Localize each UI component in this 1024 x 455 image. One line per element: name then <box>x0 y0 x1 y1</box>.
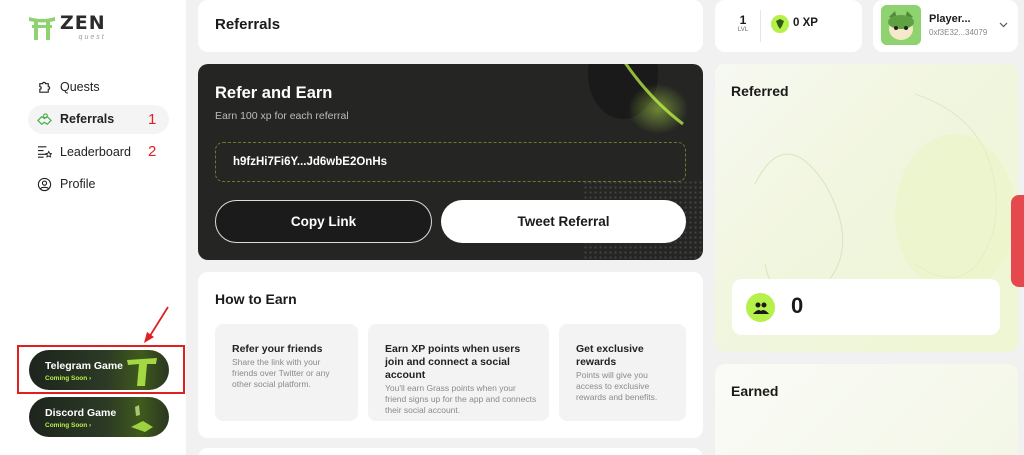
game-status: Coming Soon › <box>45 422 92 429</box>
sidebar-item-quests[interactable]: Quests <box>28 72 169 101</box>
user-icon <box>37 177 52 192</box>
puzzle-icon <box>37 79 52 94</box>
handshake-icon <box>37 112 52 127</box>
how-to-earn-title: How to Earn <box>215 291 297 307</box>
sidebar-item-label: Referrals <box>60 112 115 126</box>
refer-subtitle: Earn 100 xp for each referral <box>215 110 349 122</box>
level-label: LVL <box>737 27 749 33</box>
zen-quest-logo[interactable]: ZEN quest <box>28 14 106 41</box>
game-title: Discord Game <box>45 407 117 419</box>
annotation-number: 1 <box>148 110 157 128</box>
page-title: Referrals <box>215 16 281 33</box>
annotation-number: 2 <box>148 143 157 160</box>
earned-card: Earned <box>715 364 1018 455</box>
discord-game-card[interactable]: Discord Game Coming Soon › <box>29 397 169 437</box>
wallet-address: 0xf3E32...34079 <box>929 28 988 37</box>
highlight-box <box>17 345 185 394</box>
stats-card: 1 LVL 0 XP <box>715 0 862 52</box>
level-value: 1 <box>739 13 747 27</box>
sidebar: ZEN quest Quests Referrals 1 Leaderboard… <box>0 0 186 455</box>
brand-tagline: quest <box>78 34 106 41</box>
avatar <box>881 5 921 45</box>
earn-step: Get exclusive rewards Points will give y… <box>559 324 686 421</box>
refer-title: Refer and Earn <box>215 84 333 102</box>
xp-value: 0 XP <box>793 17 818 29</box>
sidebar-item-label: Profile <box>60 177 96 191</box>
user-name: Player... <box>929 13 971 25</box>
referred-count: 0 <box>791 293 804 318</box>
game-art-icon <box>131 405 153 432</box>
page-header: Referrals <box>198 0 703 52</box>
leaderboard-icon <box>37 144 52 159</box>
decorative-glow-icon <box>588 64 688 134</box>
copy-link-button[interactable]: Copy Link <box>215 200 432 243</box>
step-description: You'll earn Grass points when your frien… <box>385 383 537 415</box>
step-description: Points will give you access to exclusive… <box>576 370 658 402</box>
brand-name: ZEN <box>60 12 106 34</box>
user-menu[interactable]: Player... 0xf3E32...34079 <box>873 0 1018 52</box>
referred-card: Referred 0 <box>715 64 1018 352</box>
earn-step: Earn XP points when users join and conne… <box>368 324 549 421</box>
sidebar-nav: Quests Referrals 1 Leaderboard 2 Profile <box>28 72 169 202</box>
users-icon <box>746 293 775 322</box>
earn-step: Refer your friends Share the link with y… <box>215 324 358 421</box>
referred-title: Referred <box>731 83 789 99</box>
chevron-down-icon[interactable] <box>999 20 1008 29</box>
xp-icon <box>771 15 789 33</box>
step-title: Earn XP points when users join and conne… <box>385 343 521 381</box>
tweet-referral-button[interactable]: Tweet Referral <box>441 200 686 243</box>
level-badge: 1 LVL <box>733 13 753 33</box>
next-card <box>198 448 703 455</box>
earned-title: Earned <box>731 383 779 399</box>
sidebar-item-label: Leaderboard <box>60 144 131 159</box>
torii-gate-icon <box>29 17 55 40</box>
sidebar-item-referrals[interactable]: Referrals 1 <box>28 104 169 134</box>
sidebar-item-profile[interactable]: Profile <box>28 170 169 199</box>
sidebar-item-label: Quests <box>60 79 100 94</box>
step-description: Share the link with your friends over Tw… <box>232 357 330 389</box>
divider <box>760 10 761 42</box>
feedback-tab[interactable] <box>1011 195 1024 287</box>
refer-and-earn-card: Refer and Earn Earn 100 xp for each refe… <box>198 64 703 260</box>
sidebar-item-leaderboard[interactable]: Leaderboard 2 <box>28 137 169 166</box>
annotation-arrow-icon <box>144 306 169 343</box>
referred-count-box: 0 <box>732 279 1000 335</box>
referral-code-field[interactable]: h9fzHi7Fi6Y...Jd6wbE2OnHs <box>215 142 686 182</box>
how-to-earn-card: How to Earn Refer your friends Share the… <box>198 272 703 438</box>
step-title: Get exclusive rewards <box>576 343 644 368</box>
step-title: Refer your friends <box>232 343 323 355</box>
